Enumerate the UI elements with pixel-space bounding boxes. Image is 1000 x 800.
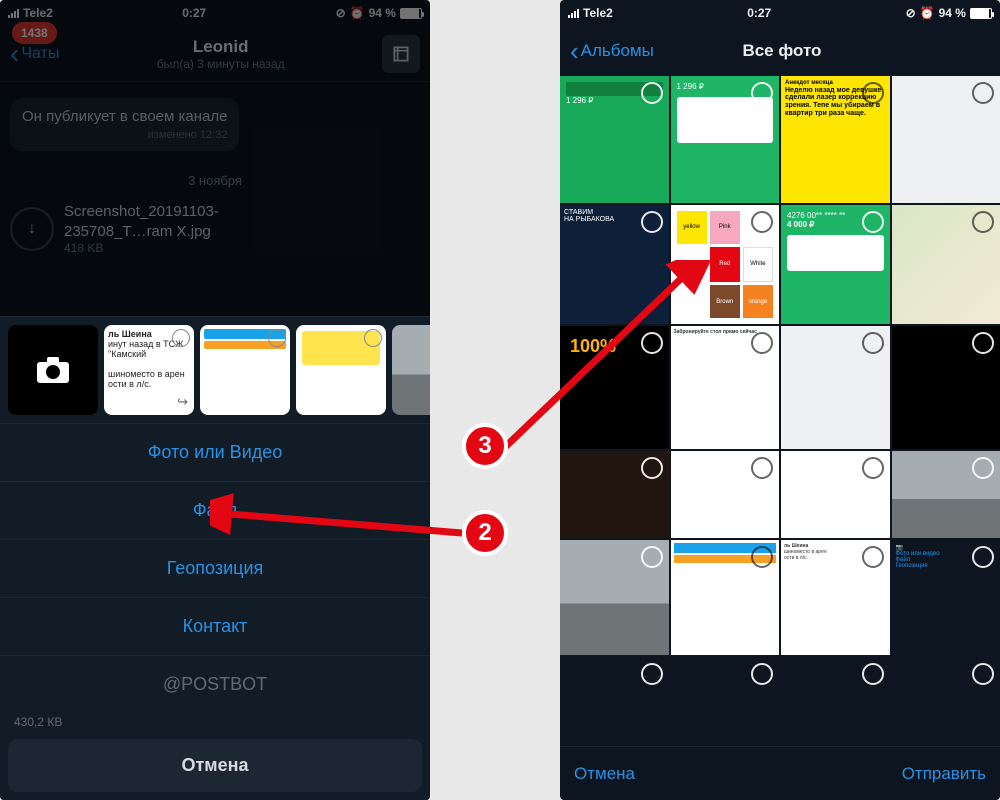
photo-cell[interactable] <box>892 451 1000 538</box>
annotation-arrow-3 <box>500 260 720 460</box>
file-size: 418 KB <box>64 241 219 257</box>
photo-cell[interactable] <box>671 451 780 538</box>
message-edited: изменено 12:32 <box>22 129 227 141</box>
photo-cell[interactable]: ль Шеинашиноместо в арености в л/с. <box>781 540 890 654</box>
chat-body: Он публикует в своем канале изменено 12:… <box>0 82 430 265</box>
alarm-icon: ⏰ <box>920 6 935 20</box>
photo-thumb[interactable] <box>392 325 430 415</box>
file-name-line1: Screenshot_20191103- <box>64 202 219 222</box>
photo-thumb[interactable] <box>296 325 386 415</box>
photo-thumb[interactable]: ль Шеина инут назад в ТСЖ "Камский шином… <box>104 325 194 415</box>
annotation-badge-2: 2 <box>462 510 508 556</box>
message-text: Он публикует в своем канале <box>22 108 227 125</box>
battery-pct: 94 % <box>939 6 966 20</box>
clock: 0:27 <box>747 6 771 20</box>
annotation-arrow-2 <box>210 493 470 553</box>
status-bar: Tele2 0:27 ⊘ ⏰ 94 % <box>0 0 430 26</box>
photo-cell[interactable]: Анекдот месяцаНеделю назад мое девушке с… <box>781 76 890 203</box>
photo-cell[interactable]: 📷Фото или видеоФайлГеопозиция <box>892 540 1000 654</box>
lock-icon: ⊘ <box>336 6 346 20</box>
chat-subtitle: был(а) 3 минуты назад <box>59 57 382 71</box>
photo-cell[interactable] <box>560 657 669 746</box>
photo-cell[interactable] <box>781 326 890 448</box>
picker-cancel[interactable]: Отмена <box>574 764 635 784</box>
signal-icon <box>568 8 579 18</box>
photo-cell[interactable] <box>671 540 780 654</box>
share-icon: ↪ <box>177 394 188 410</box>
annotation-badge-3: 3 <box>462 423 508 469</box>
cancel-button[interactable]: Отмена <box>8 739 422 792</box>
camera-icon <box>35 355 71 385</box>
camera-thumb[interactable] <box>8 325 98 415</box>
carrier-label: Tele2 <box>23 6 53 20</box>
signal-icon <box>8 8 19 18</box>
photo-cell[interactable] <box>892 205 1000 324</box>
photo-cell[interactable] <box>560 451 669 538</box>
file-name-line2: 235708_T…ram X.jpg <box>64 222 219 242</box>
battery-icon <box>400 8 422 19</box>
photo-cell[interactable]: 1 296 ₽ <box>560 76 669 203</box>
clock: 0:27 <box>182 6 206 20</box>
attachment-sheet: ль Шеина инут назад в ТСЖ "Камский шином… <box>0 316 430 800</box>
photo-cell[interactable] <box>781 657 890 746</box>
photo-cell[interactable] <box>892 657 1000 746</box>
picker-footer: Отмена Отправить <box>560 746 1000 800</box>
message-bubble[interactable]: Он публикует в своем канале изменено 12:… <box>10 98 239 151</box>
alarm-icon: ⏰ <box>350 6 365 20</box>
truncated-size: 430,2 КВ <box>0 713 430 731</box>
photo-cell[interactable] <box>892 326 1000 448</box>
date-separator: 3 ноября <box>10 173 420 188</box>
battery-pct: 94 % <box>369 6 396 20</box>
battery-icon <box>970 8 992 19</box>
attach-contact[interactable]: Контакт <box>0 597 430 655</box>
phone-left: Tele2 0:27 ⊘ ⏰ 94 % 1438 ‹ Чаты Leonid б… <box>0 0 430 800</box>
photo-cell[interactable] <box>671 657 780 746</box>
photo-cell[interactable] <box>892 76 1000 203</box>
picker-header: ‹ Альбомы Все фото <box>560 26 1000 76</box>
file-message[interactable]: ↓ Screenshot_20191103- 235708_T…ram X.jp… <box>10 202 420 257</box>
photo-thumb[interactable] <box>200 325 290 415</box>
albums-back[interactable]: ‹ Альбомы <box>570 36 654 67</box>
recent-photos-strip[interactable]: ль Шеина инут назад в ТСЖ "Камский шином… <box>0 317 430 423</box>
picker-title: Все фото <box>742 41 821 61</box>
download-icon[interactable]: ↓ <box>10 207 54 251</box>
chat-header: 1438 ‹ Чаты Leonid был(а) 3 минуты назад <box>0 26 430 82</box>
carrier-label: Tele2 <box>583 6 613 20</box>
picker-send[interactable]: Отправить <box>902 764 986 784</box>
attach-postbot[interactable]: @POSTBOT <box>0 655 430 713</box>
attach-photo-video[interactable]: Фото или Видео <box>0 423 430 481</box>
photo-cell[interactable]: 4276 00** **** **4 000 ₽ <box>781 205 890 324</box>
unread-badge: 1438 <box>12 22 57 44</box>
lock-icon: ⊘ <box>906 6 916 20</box>
photo-cell[interactable] <box>781 451 890 538</box>
status-bar: Tele2 0:27 ⊘ ⏰ 94 % <box>560 0 1000 26</box>
back-button[interactable]: Чаты <box>21 45 59 63</box>
photo-cell[interactable] <box>560 540 669 654</box>
photo-cell[interactable]: 1 296 ₽ <box>671 76 780 203</box>
chat-avatar[interactable] <box>382 35 420 73</box>
chevron-left-icon: ‹ <box>570 36 579 67</box>
chat-title[interactable]: Leonid <box>59 37 382 57</box>
